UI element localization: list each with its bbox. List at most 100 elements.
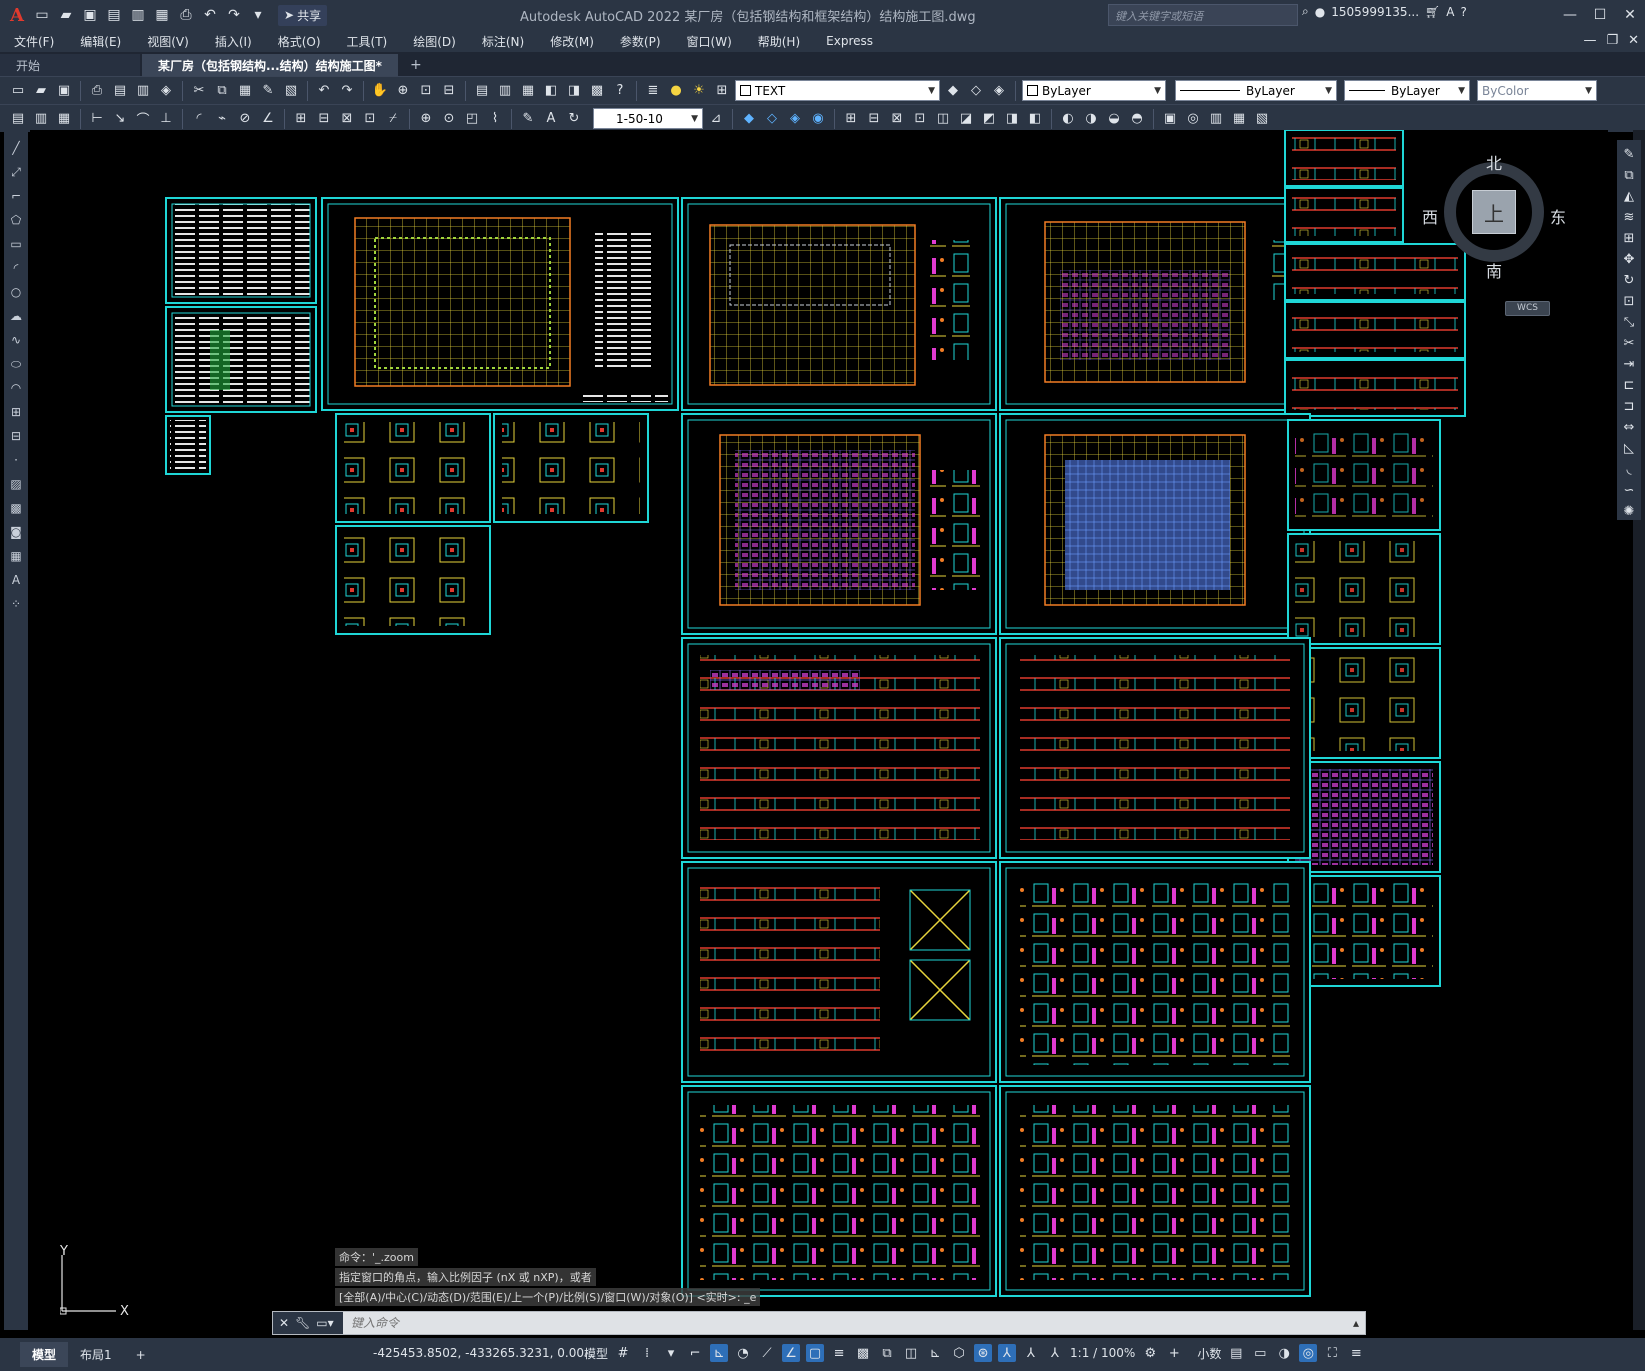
viewcube[interactable]: 上 北 南 东 西	[1422, 150, 1566, 281]
plot-icon[interactable]: ⎙	[87, 81, 107, 101]
command-recent-icon[interactable]: ▭▾	[316, 1316, 333, 1330]
camera-icon[interactable]: ▧	[1252, 109, 1272, 129]
ucs-previous-icon[interactable]: ◈	[785, 109, 805, 129]
menu-parametric[interactable]: 参数(P)	[620, 33, 661, 50]
trim-icon[interactable]: ✂	[1619, 335, 1639, 352]
ucs-apply-icon[interactable]: ◨	[1002, 109, 1022, 129]
save-web-icon[interactable]: ▦	[152, 5, 172, 25]
3d-print-icon[interactable]: ◈	[156, 81, 176, 101]
dim-edit-icon[interactable]: ✎	[518, 109, 538, 129]
ucs-view-icon[interactable]: ⊟	[864, 109, 884, 129]
dim-style-icon[interactable]: ⊿	[706, 109, 726, 129]
lineweight-select[interactable]: ByLayer ▼	[1344, 80, 1470, 101]
arc-length-icon[interactable]: ⌒	[133, 109, 153, 129]
linetype-select[interactable]: ByLayer ▼	[1175, 80, 1337, 101]
ellipse-icon[interactable]: ⬭	[6, 354, 26, 374]
line-icon[interactable]: ╱	[6, 138, 26, 158]
center-mark-icon[interactable]: ⊙	[439, 109, 459, 129]
jogged-icon[interactable]: ⌁	[212, 109, 232, 129]
linear-dim-icon[interactable]: ⊢	[87, 109, 107, 129]
region-icon[interactable]: ◙	[6, 522, 26, 542]
object-snap-tracking-icon[interactable]: ∠	[782, 1344, 801, 1362]
layer-previous-icon[interactable]: ◈	[989, 81, 1009, 101]
join-icon[interactable]: ⇔	[1619, 419, 1639, 436]
fillet-icon[interactable]: ◟	[1619, 461, 1639, 478]
walk-icon[interactable]: ▥	[1206, 109, 1226, 129]
minimize-icon[interactable]: —	[1555, 0, 1585, 30]
user-icon[interactable]: ●	[1315, 5, 1325, 19]
autodesk-app-icon[interactable]: A	[1446, 5, 1454, 19]
tab-drawing[interactable]: 某厂房（包括钢结构...结构）结构施工图*	[142, 54, 398, 76]
isolate-objects-icon[interactable]: ◑	[1275, 1344, 1293, 1362]
copy-object-icon[interactable]: ⧉	[1619, 167, 1639, 184]
ucs-named-icon[interactable]: ◧	[1025, 109, 1045, 129]
revision-cloud-icon[interactable]: ☁	[6, 306, 26, 326]
dim-text-edit-icon[interactable]: A	[541, 109, 561, 129]
doc-close-icon[interactable]: ✕	[1628, 33, 1639, 48]
menu-view[interactable]: 视图(V)	[147, 33, 189, 50]
polyline-icon[interactable]: ⌐	[6, 186, 26, 206]
make-current-icon[interactable]: ◆	[943, 81, 963, 101]
color-select[interactable]: ByLayer ▼	[1022, 80, 1166, 101]
menu-format[interactable]: 格式(O)	[278, 33, 321, 50]
ortho-icon[interactable]: ⊾	[710, 1344, 729, 1362]
open-icon[interactable]: ▰	[31, 81, 51, 101]
menu-help[interactable]: 帮助(H)	[758, 33, 800, 50]
menu-dimension[interactable]: 标注(N)	[482, 33, 524, 50]
model-space-toggle[interactable]: 模型	[584, 1345, 608, 1362]
explode-icon[interactable]: ✺	[1619, 503, 1639, 520]
save-as-icon[interactable]: ▤	[104, 5, 124, 25]
undo-icon[interactable]: ↶	[314, 81, 334, 101]
save-icon[interactable]: ▣	[54, 81, 74, 101]
annotation-monitor-icon[interactable]: +	[1165, 1344, 1183, 1362]
menu-insert[interactable]: 插入(I)	[215, 33, 252, 50]
erase-icon[interactable]: ✎	[1619, 146, 1639, 163]
layer-sun-icon[interactable]: ☀	[689, 81, 709, 101]
inspection-icon[interactable]: ◰	[462, 109, 482, 129]
command-customize-icon[interactable]: 🔧︎	[295, 1316, 310, 1330]
help-icon[interactable]: ?	[610, 81, 630, 101]
close-icon[interactable]: ✕	[1615, 0, 1645, 30]
qnew-icon[interactable]: ▭	[8, 81, 28, 101]
selection-filter-icon[interactable]: ⬡	[950, 1344, 968, 1362]
autocad-logo-icon[interactable]: A	[6, 4, 28, 26]
dim-space-icon[interactable]: ⊡	[360, 109, 380, 129]
tab-layout1[interactable]: 布局1	[68, 1342, 124, 1367]
chamfer-icon[interactable]: ◺	[1619, 440, 1639, 457]
aligned-dim-icon[interactable]: ↘	[110, 109, 130, 129]
annotation-visibility-icon[interactable]: ⅄	[998, 1344, 1017, 1362]
cart-icon[interactable]: 🛒︎	[1425, 5, 1440, 19]
paste-icon[interactable]: ▦	[235, 81, 255, 101]
draworder-icon[interactable]: ▤	[8, 109, 28, 129]
gizmo-icon[interactable]: ⊛	[974, 1344, 993, 1362]
menu-modify[interactable]: 修改(M)	[550, 33, 594, 50]
quick-properties-icon[interactable]: ▤	[1227, 1344, 1245, 1362]
ucs-x-icon[interactable]: ◪	[956, 109, 976, 129]
block-editor-icon[interactable]: ▧	[281, 81, 301, 101]
menu-window[interactable]: 窗口(W)	[687, 33, 732, 50]
ucs-icon[interactable]: ◆	[739, 109, 759, 129]
command-close-icon[interactable]: ✕	[279, 1316, 289, 1330]
ucs-world-icon[interactable]: ◇	[762, 109, 782, 129]
graphics-performance-icon[interactable]: ◎	[1299, 1344, 1318, 1362]
tab-model[interactable]: 模型	[20, 1342, 69, 1367]
zoom-window-icon[interactable]: ⊡	[416, 81, 436, 101]
markup-icon[interactable]: ◨	[564, 81, 584, 101]
point-icon[interactable]: ⋅	[6, 450, 26, 470]
save-icon[interactable]: ▣	[80, 5, 100, 25]
gradient-icon[interactable]: ▩	[6, 498, 26, 518]
cut-icon[interactable]: ✂	[189, 81, 209, 101]
ucs-origin-icon[interactable]: ⊠	[887, 109, 907, 129]
command-history-arrow-icon[interactable]: ▴	[1353, 1316, 1365, 1330]
design-center-icon[interactable]: ▥	[495, 81, 515, 101]
maximize-icon[interactable]: ☐	[1585, 0, 1615, 30]
ucs-face-icon[interactable]: ◉	[808, 109, 828, 129]
compass-east[interactable]: 东	[1550, 204, 1566, 228]
offset-icon[interactable]: ≋	[1619, 209, 1639, 226]
baseline-icon[interactable]: ⊟	[314, 109, 334, 129]
spline-icon[interactable]: ∿	[6, 330, 26, 350]
move-icon[interactable]: ✥	[1619, 251, 1639, 268]
user-name[interactable]: 1505999135...	[1331, 5, 1419, 19]
undo-icon[interactable]: ↶	[200, 5, 220, 25]
lineweight-icon[interactable]: ≡	[830, 1344, 848, 1362]
